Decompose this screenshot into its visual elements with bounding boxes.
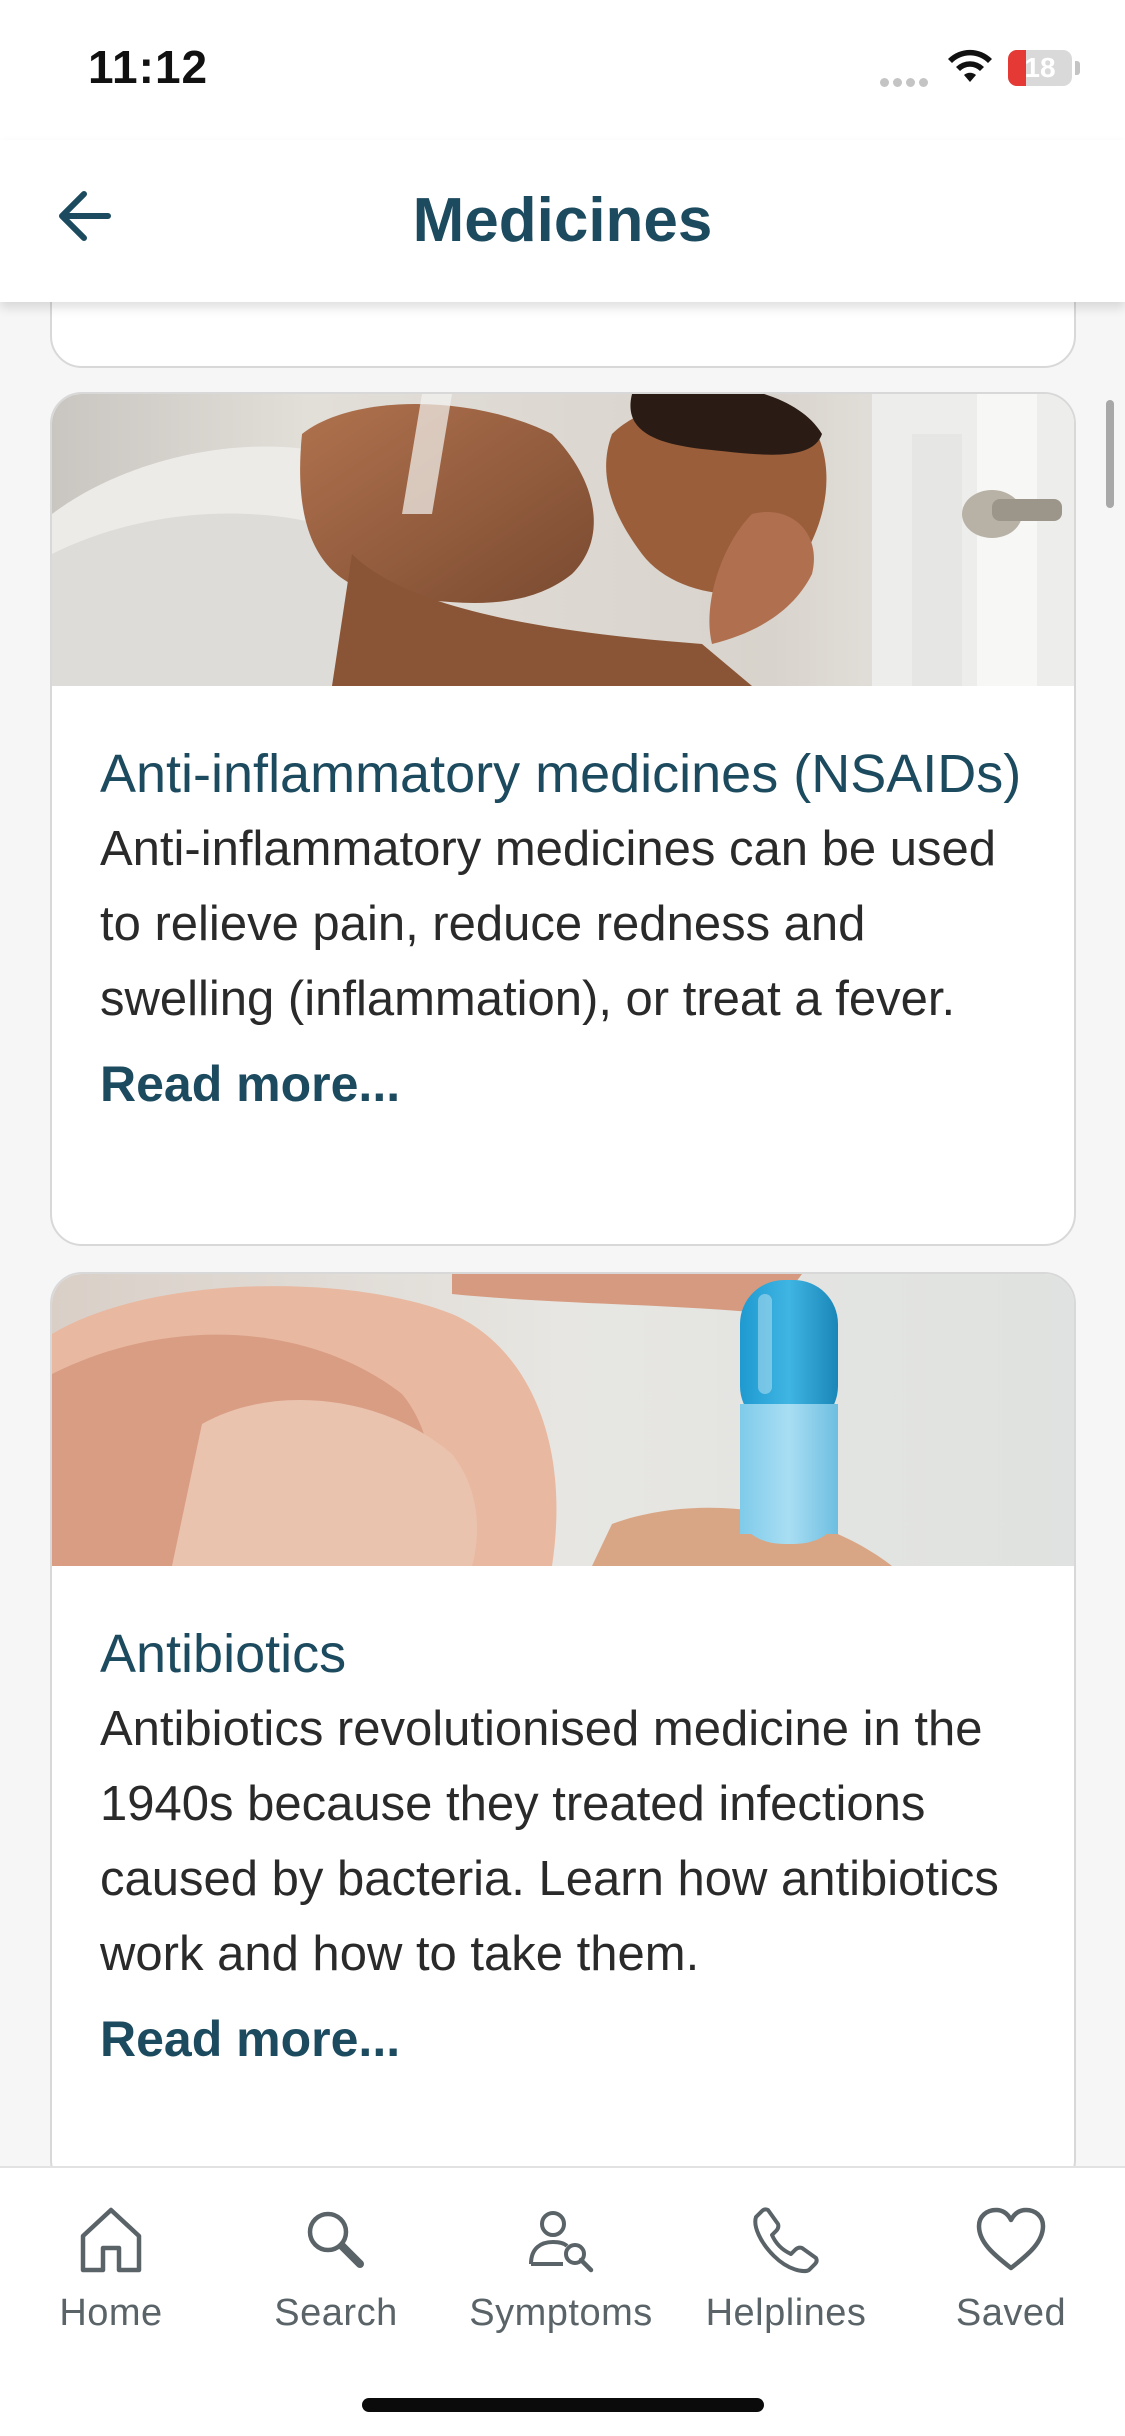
tab-symptoms[interactable]: Symptoms [461, 2202, 661, 2362]
scrollbar[interactable] [1106, 400, 1114, 508]
symptoms-icon [529, 2211, 594, 2273]
phone-icon [753, 2207, 819, 2274]
cellular-signal-icon [880, 74, 934, 87]
screen: 11:12 18 Medicines Anti-inflammatory med… [0, 0, 1125, 2436]
card-description: Antibiotics revolutionised medicine in t… [100, 1702, 999, 1981]
back-button[interactable] [50, 180, 122, 252]
card-image-capsule [52, 1274, 1074, 1566]
tab-label: Helplines [705, 2292, 867, 2334]
card-image-woman-headache [52, 394, 1074, 686]
status-bar: 11:12 18 [0, 0, 1125, 140]
read-more-link[interactable]: Read more... [100, 1051, 1026, 1117]
tab-bar: Home Search Symptoms Helplines Saved [0, 2166, 1125, 2436]
tab-search[interactable]: Search [236, 2202, 436, 2362]
home-icon [80, 2207, 142, 2273]
arrow-left-icon [59, 191, 111, 241]
medicine-card-nsaids[interactable]: Anti-inflammatory medicines (NSAIDs) Ant… [50, 392, 1076, 1246]
tab-label: Home [59, 2292, 163, 2334]
card-title: Anti-inflammatory medicines (NSAIDs) [100, 744, 1022, 804]
page-title: Medicines [412, 186, 713, 255]
wifi-icon [948, 49, 992, 82]
tab-label: Saved [955, 2292, 1067, 2334]
card-description: Anti-inflammatory medicines can be used … [100, 822, 997, 1026]
medicine-card-antibiotics[interactable]: Antibiotics Antibiotics revolutionised m… [50, 1272, 1076, 2166]
tab-home[interactable]: Home [11, 2202, 211, 2362]
tab-saved[interactable]: Saved [911, 2202, 1111, 2362]
search-icon [307, 2211, 364, 2268]
nav-header: Medicines [0, 140, 1125, 302]
tab-helplines[interactable]: Helplines [686, 2202, 886, 2362]
read-more-link[interactable]: Read more... [100, 2006, 1026, 2072]
battery-icon: 18 [1008, 50, 1080, 86]
previous-card[interactable] [50, 302, 1076, 368]
home-indicator[interactable] [362, 2398, 764, 2412]
tab-label: Search [274, 2292, 398, 2334]
battery-level: 18 [1024, 52, 1056, 83]
status-time: 11:12 [88, 41, 209, 93]
heart-icon [976, 2207, 1046, 2271]
medicines-list[interactable]: Anti-inflammatory medicines (NSAIDs) Ant… [0, 302, 1125, 2166]
card-title: Antibiotics [100, 1624, 347, 1684]
tab-label: Symptoms [469, 2292, 653, 2334]
